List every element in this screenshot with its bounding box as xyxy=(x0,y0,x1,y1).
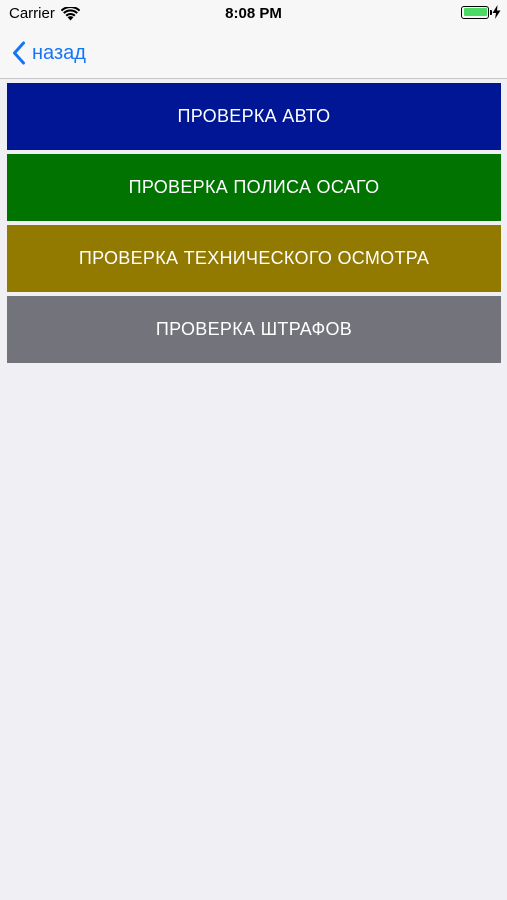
chevron-left-icon xyxy=(13,41,25,65)
back-button[interactable]: назад xyxy=(12,38,86,68)
menu-list: ПРОВЕРКА АВТО ПРОВЕРКА ПОЛИСА ОСАГО ПРОВ… xyxy=(7,83,501,367)
check-technical-inspection-button[interactable]: ПРОВЕРКА ТЕХНИЧЕСКОГО ОСМОТРА xyxy=(7,225,501,292)
navigation-bar: назад xyxy=(0,28,507,79)
check-car-button[interactable]: ПРОВЕРКА АВТО xyxy=(7,83,501,150)
back-label: назад xyxy=(32,41,86,64)
battery-fill xyxy=(463,8,487,16)
bolt-icon xyxy=(492,5,501,19)
check-fines-button[interactable]: ПРОВЕРКА ШТРАФОВ xyxy=(7,296,501,363)
status-bar: Carrier 8:08 PM xyxy=(0,0,507,28)
battery-tip xyxy=(490,9,492,15)
check-osago-policy-button[interactable]: ПРОВЕРКА ПОЛИСА ОСАГО xyxy=(7,154,501,221)
battery-icon xyxy=(461,5,492,19)
battery-group xyxy=(461,5,501,19)
status-time: 8:08 PM xyxy=(225,5,282,22)
